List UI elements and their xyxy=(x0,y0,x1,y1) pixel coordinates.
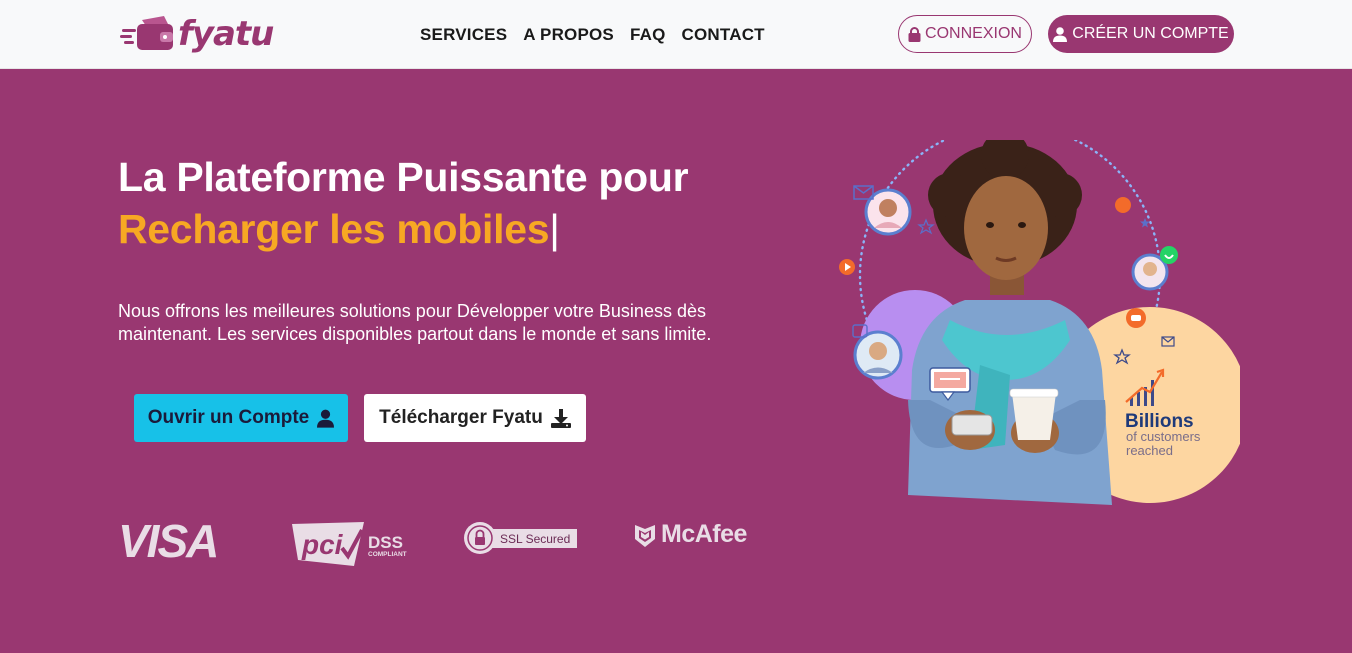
hero-illustration xyxy=(839,140,1240,505)
pci-dss-logo: pci DSS COMPLIANT xyxy=(290,520,414,573)
svg-text:DSS: DSS xyxy=(368,533,403,552)
customers-reached-subtitle: of customers reached xyxy=(1126,429,1201,458)
nav-link-services[interactable]: SERVICES xyxy=(412,24,515,46)
open-account-button[interactable]: Ouvrir un Compte xyxy=(134,394,348,442)
wallet-logo-icon xyxy=(120,16,173,50)
hero-description: Nous offrons les meilleures solutions po… xyxy=(118,301,712,344)
download-icon xyxy=(550,408,571,428)
main-nav: SERVICES A PROPOS FAQ CONTACT xyxy=(412,24,773,46)
user-icon xyxy=(1053,26,1068,42)
top-navbar: fyatu SERVICES A PROPOS FAQ CONTACT CONN… xyxy=(0,0,1352,69)
open-account-label: Ouvrir un Compte xyxy=(147,407,310,428)
mcafee-shield-icon xyxy=(635,524,655,547)
mcafee-wordmark: McAfee xyxy=(661,520,747,548)
typing-caret: | xyxy=(549,206,560,252)
mcafee-logo: McAfee xyxy=(635,520,747,549)
ssl-badge-icon: SSL Secured xyxy=(464,522,577,554)
hero-title-highlight: Recharger les mobiles| xyxy=(118,204,560,254)
download-app-button[interactable]: Télécharger Fyatu xyxy=(364,394,586,442)
nav-link-about[interactable]: A PROPOS xyxy=(515,24,622,46)
svg-text:pci: pci xyxy=(301,529,344,560)
nav-link-faq[interactable]: FAQ xyxy=(622,24,674,46)
visa-logo: VISA xyxy=(118,515,219,567)
user-icon xyxy=(317,409,335,428)
fyatu-logo[interactable]: fyatu xyxy=(120,14,274,54)
logo-wordmark: fyatu xyxy=(178,14,274,54)
svg-text:COMPLIANT: COMPLIANT xyxy=(368,551,407,558)
download-label: Télécharger Fyatu xyxy=(379,407,543,428)
hero-title: La Plateforme Puissante pour xyxy=(118,154,689,200)
register-label: CRÉER UN COMPTE xyxy=(1072,25,1229,42)
nav-link-contact[interactable]: CONTACT xyxy=(674,24,773,46)
login-label: CONNEXION xyxy=(925,25,1022,42)
lock-icon xyxy=(908,26,921,42)
hero-typed-text: Recharger les mobiles xyxy=(118,206,550,252)
svg-text:SSL Secured: SSL Secured xyxy=(500,532,570,546)
register-button[interactable]: CRÉER UN COMPTE xyxy=(1048,15,1234,53)
ssl-secured-logo: SSL Secured xyxy=(463,521,579,560)
login-button[interactable]: CONNEXION xyxy=(898,15,1032,53)
pci-dss-badge-icon: pci DSS COMPLIANT xyxy=(292,522,407,566)
